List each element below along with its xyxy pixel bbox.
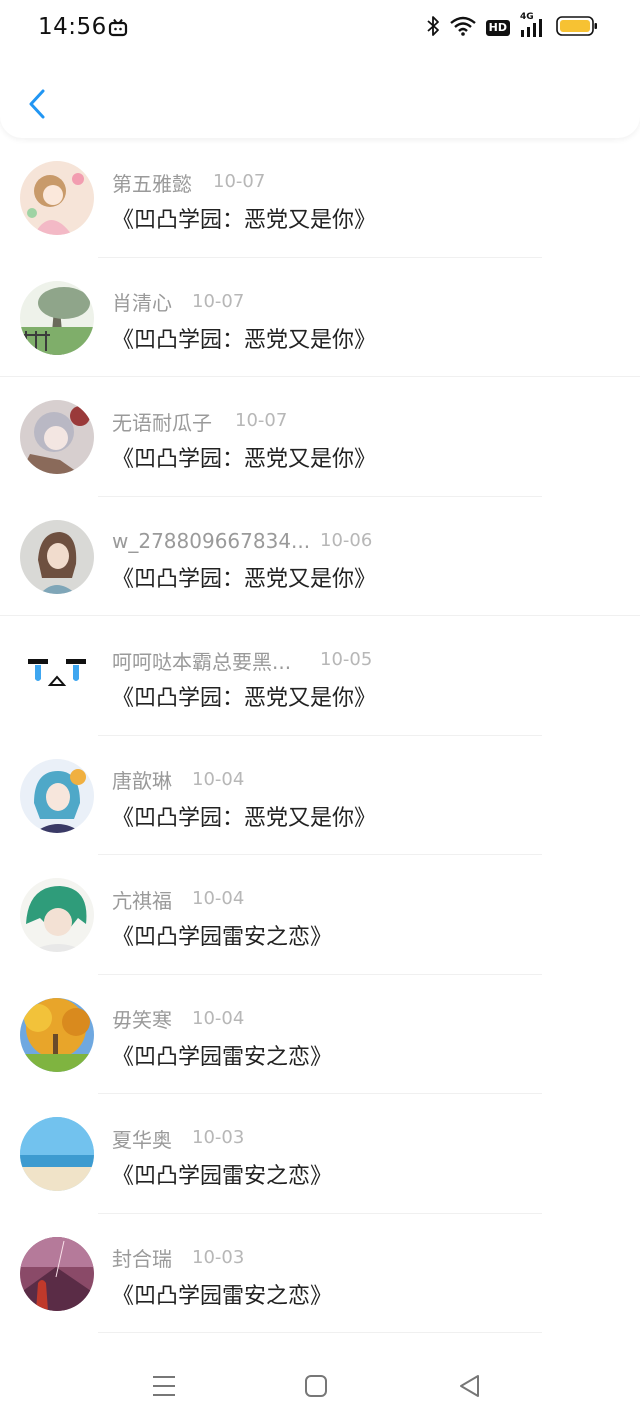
menu-button[interactable] <box>146 1368 182 1404</box>
avatar[interactable] <box>20 878 94 952</box>
home-square-icon <box>305 1375 327 1397</box>
user-name: 毋笑寒 <box>112 1008 172 1032</box>
user-name: 夏华奥 <box>112 1127 172 1152</box>
home-button[interactable] <box>298 1368 334 1404</box>
read-date: 10-04 <box>192 1007 245 1029</box>
book-title: 《凹凸学园：恶党又是你》 <box>112 327 377 353</box>
system-nav-bar <box>0 1350 640 1422</box>
status-bar: 14:56 HD 4G <box>0 0 640 58</box>
book-title: 《凹凸学园：恶党又是你》 <box>112 805 377 831</box>
book-title: 《凹凸学园：恶党又是你》 <box>112 447 377 472</box>
avatar[interactable] <box>20 758 94 833</box>
avatar[interactable] <box>20 161 94 235</box>
user-name: 唐歆琳 <box>112 769 172 793</box>
list-item[interactable]: 无语耐瓜子 10-07 《凹凸学园：恶党又是你》 <box>0 377 640 497</box>
user-name: w_278809667834... <box>112 528 311 553</box>
read-date: 10-04 <box>192 768 245 790</box>
signal-icon: 4G <box>520 12 546 38</box>
book-title: 《凹凸学园雷安之恋》 <box>112 1164 333 1189</box>
wifi-icon <box>449 16 476 40</box>
avatar[interactable] <box>20 639 94 713</box>
read-date: 10-07 <box>192 290 245 312</box>
user-name: 肖清心 <box>112 291 172 315</box>
user-name: 第五雅懿 <box>112 171 192 196</box>
avatar[interactable] <box>20 1117 94 1191</box>
back-nav-button[interactable] <box>452 1368 488 1404</box>
menu-icon <box>153 1376 175 1396</box>
user-name: 无语耐瓜子 <box>112 410 212 435</box>
read-date: 10-03 <box>192 1127 245 1148</box>
divider <box>98 1332 542 1333</box>
list-item[interactable]: 呵呵哒本霸总要黑... 10-05 《凹凸学园：恶党又是你》 <box>0 616 640 736</box>
book-title: 《凹凸学园：恶党又是你》 <box>112 686 377 711</box>
read-date: 10-05 <box>320 649 373 670</box>
avatar[interactable] <box>20 519 94 594</box>
back-triangle-icon <box>460 1375 479 1397</box>
network-type-label: 4G <box>520 12 534 22</box>
book-title: 《凹凸学园：恶党又是你》 <box>112 566 377 592</box>
book-title: 《凹凸学园雷安之恋》 <box>112 925 333 950</box>
avatar[interactable] <box>20 1236 94 1311</box>
avatar[interactable] <box>20 400 94 474</box>
read-date: 10-03 <box>192 1246 245 1268</box>
avatar[interactable] <box>20 997 94 1072</box>
list-item[interactable]: w_278809667834... 10-06 《凹凸学园：恶党又是你》 <box>0 497 640 616</box>
list-item[interactable]: 封合瑞 10-03 《凹凸学园雷安之恋》 <box>0 1214 640 1333</box>
list-item[interactable]: 亢祺福 10-04 《凹凸学园雷安之恋》 <box>0 855 640 975</box>
list-item[interactable]: 第五雅懿 10-07 《凹凸学园：恶党又是你》 <box>0 138 640 258</box>
read-date: 10-07 <box>213 171 266 192</box>
list-item[interactable]: 唐歆琳 10-04 《凹凸学园：恶党又是你》 <box>0 736 640 855</box>
back-button[interactable] <box>22 86 52 122</box>
user-name: 封合瑞 <box>112 1247 172 1271</box>
list-item[interactable]: 毋笑寒 10-04 《凹凸学园雷安之恋》 <box>0 975 640 1094</box>
book-title: 《凹凸学园：恶党又是你》 <box>112 208 377 233</box>
bluetooth-icon <box>426 15 440 41</box>
avatar[interactable] <box>20 280 94 355</box>
bilibili-tv-icon <box>108 18 128 42</box>
list-item[interactable]: 肖清心 10-07 《凹凸学园：恶党又是你》 <box>0 258 640 377</box>
top-header: 14:56 HD 4G <box>0 0 640 138</box>
book-title: 《凹凸学园雷安之恋》 <box>112 1044 333 1070</box>
status-icons: HD 4G <box>426 12 598 42</box>
status-time: 14:56 <box>38 14 107 40</box>
list-item[interactable]: 夏华奥 10-03 《凹凸学园雷安之恋》 <box>0 1094 640 1214</box>
read-date: 10-06 <box>320 529 373 551</box>
hd-badge: HD <box>485 20 510 36</box>
reader-list: 第五雅懿 10-07 《凹凸学园：恶党又是你》 肖清心 10-07 《凹凸学园：… <box>0 138 640 1333</box>
read-date: 10-07 <box>235 410 288 431</box>
read-date: 10-04 <box>192 888 245 909</box>
book-title: 《凹凸学园雷安之恋》 <box>112 1283 333 1309</box>
user-name: 亢祺福 <box>112 888 172 913</box>
chevron-left-icon <box>29 89 45 119</box>
battery-icon <box>556 15 598 41</box>
user-name: 呵呵哒本霸总要黑... <box>112 649 292 674</box>
